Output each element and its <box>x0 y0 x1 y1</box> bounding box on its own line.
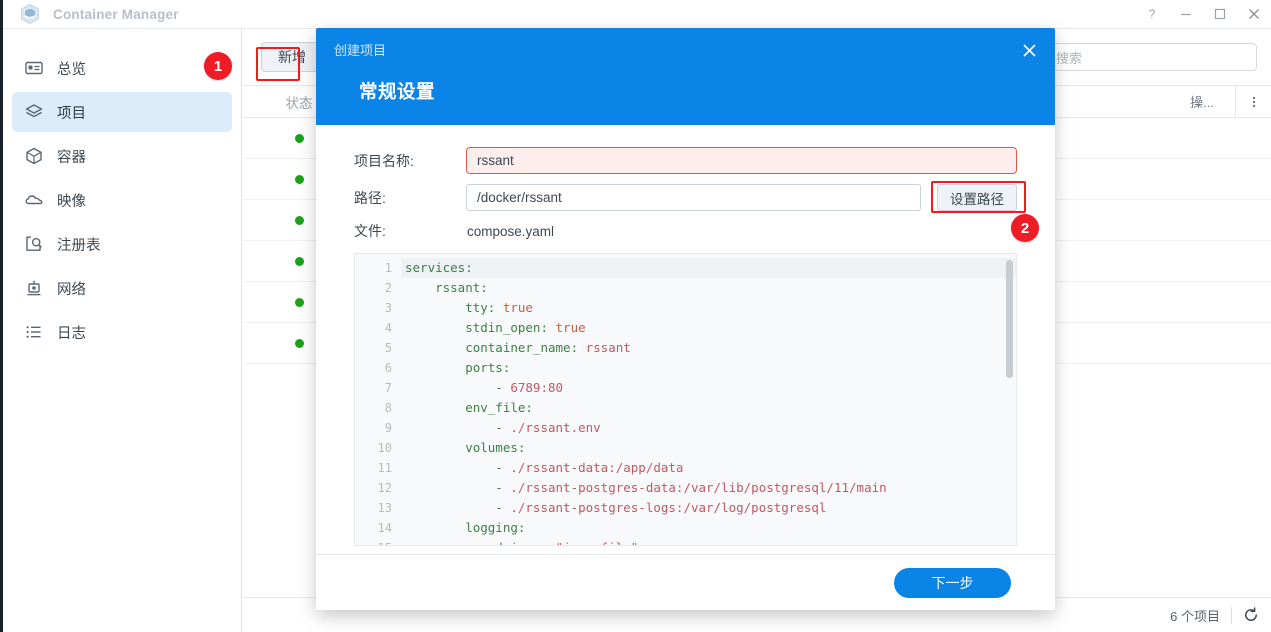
editor-line-number: 14 <box>355 518 401 538</box>
column-header-action: 操... <box>1169 92 1235 111</box>
overview-card-icon <box>24 58 44 78</box>
close-button[interactable] <box>1237 0 1271 29</box>
minimize-button[interactable] <box>1169 0 1203 29</box>
create-project-dialog: 创建项目 常规设置 项目名称: rssant 路径: /docker/rssan… <box>316 28 1055 610</box>
sidebar-item-project[interactable]: 项目 <box>12 92 232 132</box>
compose-code-editor[interactable]: 123456789101112131415 services: rssant: … <box>354 253 1017 546</box>
more-vertical-icon[interactable] <box>1235 86 1271 117</box>
editor-line-number: 11 <box>355 458 401 478</box>
editor-code-area[interactable]: services: rssant: tty: true stdin_open: … <box>401 254 1016 545</box>
editor-line-number: 13 <box>355 498 401 518</box>
editor-code-line: logging: <box>401 518 1016 538</box>
file-row: 文件: compose.yaml <box>354 221 1017 241</box>
editor-line-number: 6 <box>355 358 401 378</box>
dialog-breadcrumb: 创建项目 <box>334 40 1055 59</box>
editor-line-number: 10 <box>355 438 401 458</box>
sidebar: 总览 项目 容器 映像 注册表 <box>3 29 242 632</box>
editor-code-line: - ./rssant-postgres-data:/var/lib/postgr… <box>401 478 1016 498</box>
sidebar-item-label: 日志 <box>57 322 86 343</box>
layers-icon <box>24 102 44 122</box>
dialog-header: 创建项目 常规设置 <box>316 28 1055 125</box>
dialog-title: 常规设置 <box>359 78 1055 104</box>
editor-line-number: 7 <box>355 378 401 398</box>
editor-line-number: 4 <box>355 318 401 338</box>
sidebar-item-log[interactable]: 日志 <box>12 312 232 352</box>
sidebar-item-registry[interactable]: 注册表 <box>12 224 232 264</box>
sidebar-item-label: 映像 <box>57 190 86 211</box>
close-icon[interactable] <box>1016 37 1042 63</box>
file-label: 文件: <box>354 221 466 241</box>
editor-code-line: env_file: <box>401 398 1016 418</box>
editor-code-line: - ./rssant.env <box>401 418 1016 438</box>
add-project-button[interactable]: 新增 <box>261 42 323 72</box>
window-controls: ? <box>1135 0 1271 28</box>
sidebar-item-label: 总览 <box>57 58 86 79</box>
project-name-row: 项目名称: rssant <box>354 147 1017 174</box>
annotation-badge-2: 2 <box>1011 214 1039 242</box>
search-input[interactable]: 搜索 <box>1027 43 1257 71</box>
synology-container-hexagon-icon <box>19 3 41 25</box>
sidebar-item-label: 网络 <box>57 278 86 299</box>
registry-search-icon <box>24 234 44 254</box>
editor-line-number: 12 <box>355 478 401 498</box>
editor-line-number: 8 <box>355 398 401 418</box>
editor-line-number: 15 <box>355 538 401 546</box>
app-title: Container Manager <box>53 7 179 22</box>
sidebar-item-label: 容器 <box>57 146 86 167</box>
sidebar-item-label: 项目 <box>57 102 86 123</box>
list-icon <box>24 322 44 342</box>
editor-line-number: 5 <box>355 338 401 358</box>
editor-line-number: 1 <box>355 258 401 278</box>
editor-code-line: stdin_open: true <box>401 318 1016 338</box>
item-count-label: 6 个项目 <box>1170 606 1220 625</box>
editor-code-line: driver: "json-file" <box>401 538 1016 545</box>
cloud-icon <box>24 190 44 210</box>
cube-icon <box>24 146 44 166</box>
editor-line-number: 9 <box>355 418 401 438</box>
help-button[interactable]: ? <box>1135 0 1169 29</box>
set-path-button[interactable]: 设置路径 <box>937 184 1017 211</box>
window-titlebar: Container Manager ? <box>3 0 1271 29</box>
editor-code-line: services: <box>401 258 1016 278</box>
file-value: compose.yaml <box>466 224 554 239</box>
sidebar-item-image[interactable]: 映像 <box>12 180 232 220</box>
project-name-label: 项目名称: <box>354 151 466 171</box>
sidebar-item-network[interactable]: 网络 <box>12 268 232 308</box>
editor-line-number: 3 <box>355 298 401 318</box>
container-manager-window: Container Manager ? 总览 <box>0 0 1271 632</box>
svg-text:?: ? <box>1149 7 1156 21</box>
network-node-icon <box>24 278 44 298</box>
editor-code-line: volumes: <box>401 438 1016 458</box>
path-label: 路径: <box>354 188 466 208</box>
path-input[interactable]: /docker/rssant <box>466 184 921 211</box>
refresh-icon[interactable] <box>1243 607 1259 623</box>
editor-code-line: - ./rssant-postgres-logs:/var/log/postgr… <box>401 498 1016 518</box>
search-container: 搜索 <box>1027 43 1257 71</box>
editor-code-line: container_name: rssant <box>401 338 1016 358</box>
editor-code-line: rssant: <box>401 278 1016 298</box>
editor-code-line: - ./rssant-data:/app/data <box>401 458 1016 478</box>
editor-line-numbers: 123456789101112131415 <box>355 254 401 545</box>
editor-line-number: 2 <box>355 278 401 298</box>
editor-scrollbar[interactable] <box>1006 260 1013 378</box>
editor-code-line: - 6789:80 <box>401 378 1016 398</box>
project-name-input[interactable]: rssant <box>466 147 1017 174</box>
annotation-badge-1: 1 <box>204 52 232 80</box>
sidebar-item-container[interactable]: 容器 <box>12 136 232 176</box>
maximize-button[interactable] <box>1203 0 1237 29</box>
path-row: 路径: /docker/rssant 设置路径 <box>354 184 1017 211</box>
editor-code-line: ports: <box>401 358 1016 378</box>
next-button[interactable]: 下一步 <box>894 568 1011 598</box>
dialog-body: 项目名称: rssant 路径: /docker/rssant 设置路径 文件:… <box>316 125 1055 554</box>
sidebar-item-label: 注册表 <box>57 234 101 255</box>
sidebar-item-overview[interactable]: 总览 <box>12 48 232 88</box>
divider <box>1231 607 1232 624</box>
dialog-footer: 下一步 <box>316 554 1055 610</box>
editor-code-line: tty: true <box>401 298 1016 318</box>
